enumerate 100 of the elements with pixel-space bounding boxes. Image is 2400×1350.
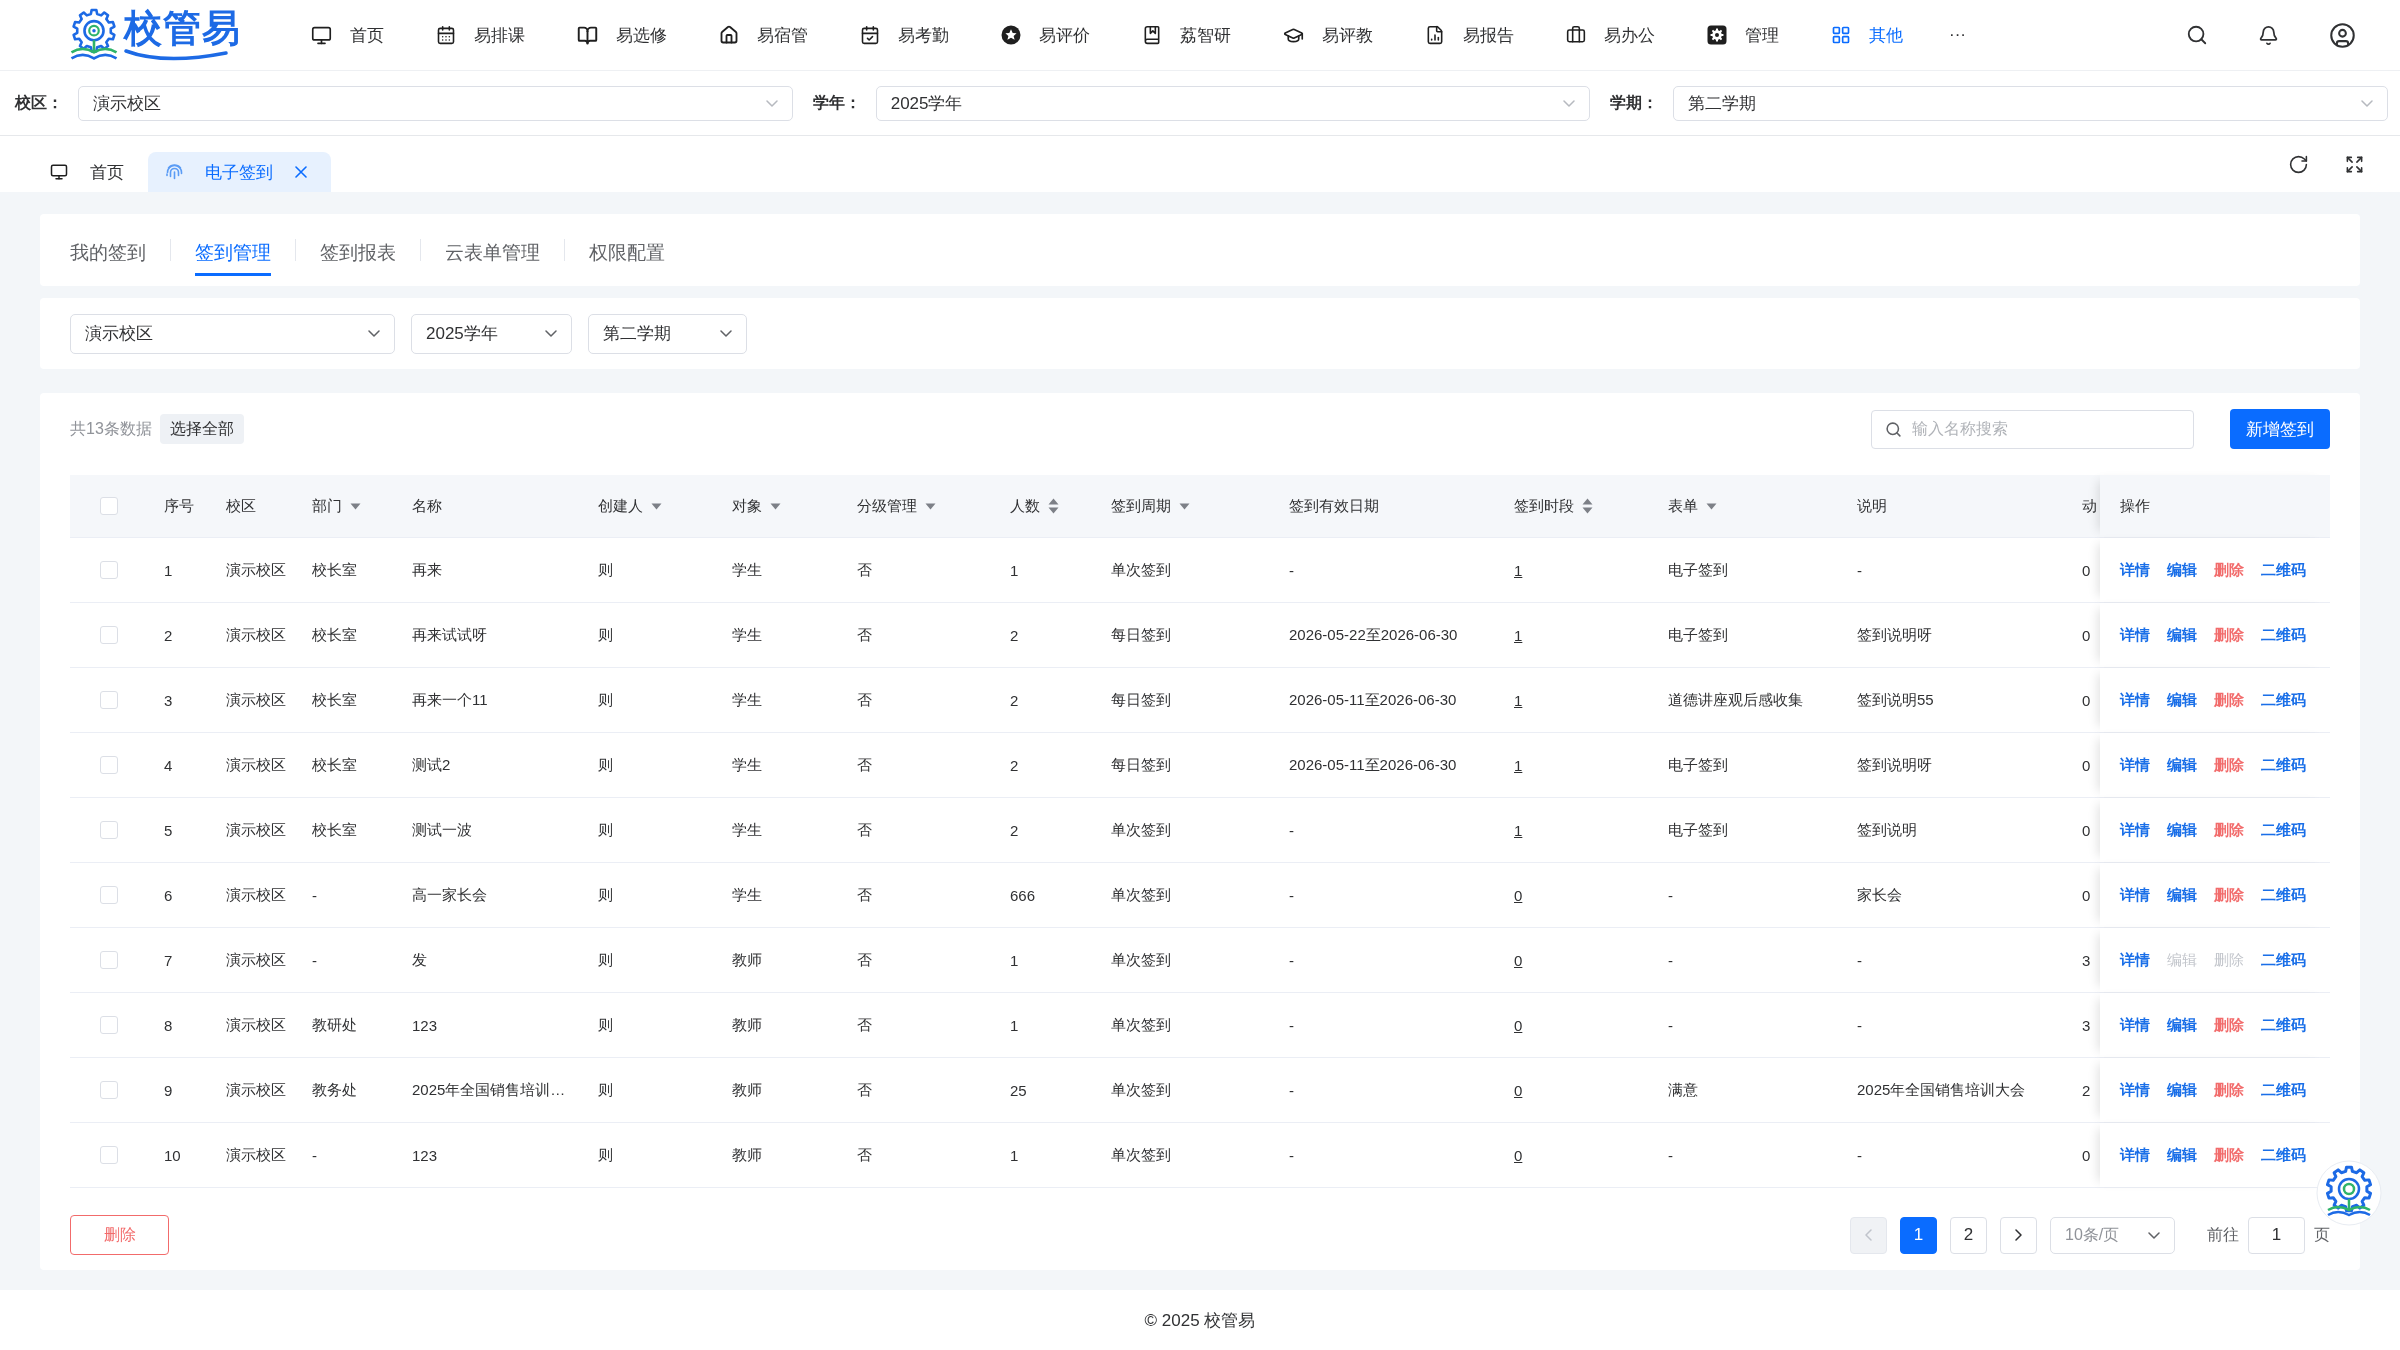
sub-tab[interactable]: 权限配置 (589, 230, 665, 276)
delete-button[interactable]: 删除 (70, 1215, 169, 1255)
search-field[interactable]: 输入名称搜索 (1871, 409, 2194, 449)
dropdown-select[interactable]: 第二学期 (1673, 85, 2388, 121)
time-slot-link[interactable]: 1 (1514, 691, 1523, 709)
action-link[interactable]: 二维码 (2261, 820, 2306, 840)
more-button[interactable]: ··· (1929, 15, 1986, 55)
time-slot-link[interactable]: 0 (1514, 1081, 1523, 1099)
row-checkbox[interactable] (100, 561, 118, 579)
goto-page-input[interactable]: 1 (2248, 1216, 2305, 1254)
caret-down-icon[interactable] (350, 502, 361, 510)
action-link[interactable]: 编辑 (2167, 1080, 2197, 1100)
action-link[interactable]: 二维码 (2261, 690, 2306, 710)
row-checkbox[interactable] (100, 886, 118, 904)
caret-down-icon[interactable] (1179, 502, 1190, 510)
row-checkbox[interactable] (100, 626, 118, 644)
action-link[interactable]: 删除 (2214, 560, 2244, 580)
row-checkbox[interactable] (100, 1081, 118, 1099)
fullscreen-icon[interactable] (2345, 154, 2364, 174)
time-slot-link[interactable]: 1 (1514, 561, 1523, 579)
action-link[interactable]: 删除 (2214, 1015, 2244, 1035)
row-checkbox[interactable] (100, 756, 118, 774)
select-all-button[interactable]: 选择全部 (159, 414, 244, 444)
dropdown-select[interactable]: 演示校区 (70, 313, 395, 354)
nav-item[interactable]: 易考勤 (834, 15, 975, 55)
time-slot-link[interactable]: 1 (1514, 756, 1523, 774)
action-link[interactable]: 编辑 (2167, 1015, 2197, 1035)
action-link[interactable]: 二维码 (2261, 625, 2306, 645)
nav-item[interactable]: 荔智研 (1116, 15, 1257, 55)
gear-logo-icon[interactable] (2316, 1160, 2382, 1226)
action-link[interactable]: 删除 (2214, 1145, 2244, 1165)
action-link[interactable]: 删除 (2214, 625, 2244, 645)
action-link[interactable]: 二维码 (2261, 950, 2306, 970)
nav-item[interactable]: 易评价 (975, 15, 1116, 55)
action-link[interactable]: 删除 (2214, 755, 2244, 775)
caret-down-icon[interactable] (651, 502, 662, 510)
action-link[interactable]: 删除 (2214, 820, 2244, 840)
action-link[interactable]: 编辑 (2167, 1145, 2197, 1165)
page-button[interactable]: 2 (1950, 1216, 1987, 1254)
time-slot-link[interactable]: 0 (1514, 951, 1523, 969)
action-link[interactable]: 二维码 (2261, 885, 2306, 905)
time-slot-link[interactable]: 0 (1514, 886, 1523, 904)
action-link[interactable]: 二维码 (2261, 1145, 2306, 1165)
nav-item[interactable]: 易评教 (1257, 15, 1399, 55)
action-link[interactable]: 编辑 (2167, 560, 2197, 580)
action-link[interactable]: 详情 (2120, 625, 2150, 645)
row-checkbox[interactable] (100, 1146, 118, 1164)
time-slot-link[interactable]: 1 (1514, 821, 1523, 839)
action-link[interactable]: 二维码 (2261, 755, 2306, 775)
select-all-checkbox[interactable] (100, 497, 118, 515)
next-page-button[interactable] (2000, 1216, 2037, 1254)
sub-tab[interactable]: 签到报表 (320, 230, 396, 276)
sort-icon[interactable] (1048, 498, 1059, 514)
nav-item[interactable]: 易宿管 (693, 15, 834, 55)
action-link[interactable]: 详情 (2120, 950, 2150, 970)
action-link[interactable]: 删除 (2214, 690, 2244, 710)
dropdown-select[interactable]: 第二学期 (588, 313, 747, 354)
row-checkbox[interactable] (100, 951, 118, 969)
row-checkbox[interactable] (100, 691, 118, 709)
nav-item[interactable]: 其他 (1805, 15, 1929, 55)
page-tab[interactable]: 首页 (32, 152, 148, 192)
sub-tab[interactable]: 我的签到 (70, 230, 146, 276)
add-button[interactable]: 新增签到 (2230, 409, 2330, 449)
nav-item[interactable]: 管理 (1681, 15, 1805, 55)
action-link[interactable]: 详情 (2120, 690, 2150, 710)
action-link[interactable]: 编辑 (2167, 755, 2197, 775)
row-checkbox[interactable] (100, 1016, 118, 1034)
action-link[interactable]: 编辑 (2167, 625, 2197, 645)
nav-item[interactable]: 易报告 (1399, 15, 1540, 55)
action-link[interactable]: 详情 (2120, 1145, 2150, 1165)
sub-tab[interactable]: 签到管理 (195, 230, 271, 276)
row-checkbox[interactable] (100, 821, 118, 839)
action-link[interactable]: 详情 (2120, 820, 2150, 840)
sub-tab[interactable]: 云表单管理 (445, 230, 540, 276)
time-slot-link[interactable]: 0 (1514, 1146, 1523, 1164)
dropdown-select[interactable]: 2025学年 (411, 313, 572, 354)
caret-down-icon[interactable] (770, 502, 781, 510)
page-size-select[interactable]: 10条/页 (2050, 1216, 2175, 1254)
action-link[interactable]: 编辑 (2167, 885, 2197, 905)
action-link[interactable]: 删除 (2214, 1080, 2244, 1100)
caret-down-icon[interactable] (925, 502, 936, 510)
dropdown-select[interactable]: 2025学年 (875, 85, 1591, 121)
bell-icon[interactable] (2258, 24, 2279, 46)
action-link[interactable]: 详情 (2120, 1015, 2150, 1035)
action-link[interactable]: 详情 (2120, 1080, 2150, 1100)
dropdown-select[interactable]: 演示校区 (78, 85, 793, 121)
action-link[interactable]: 详情 (2120, 885, 2150, 905)
action-link[interactable]: 二维码 (2261, 1080, 2306, 1100)
nav-item[interactable]: 首页 (285, 15, 410, 55)
refresh-icon[interactable] (2288, 153, 2309, 175)
action-link[interactable]: 详情 (2120, 755, 2150, 775)
action-link[interactable]: 删除 (2214, 885, 2244, 905)
user-avatar-icon[interactable] (2329, 21, 2356, 49)
time-slot-link[interactable]: 0 (1514, 1016, 1523, 1034)
close-icon[interactable] (295, 166, 307, 178)
search-icon[interactable] (2186, 24, 2208, 46)
time-slot-link[interactable]: 1 (1514, 626, 1523, 644)
page-tab[interactable]: 电子签到 (148, 152, 331, 192)
action-link[interactable]: 详情 (2120, 560, 2150, 580)
action-link[interactable]: 编辑 (2167, 820, 2197, 840)
